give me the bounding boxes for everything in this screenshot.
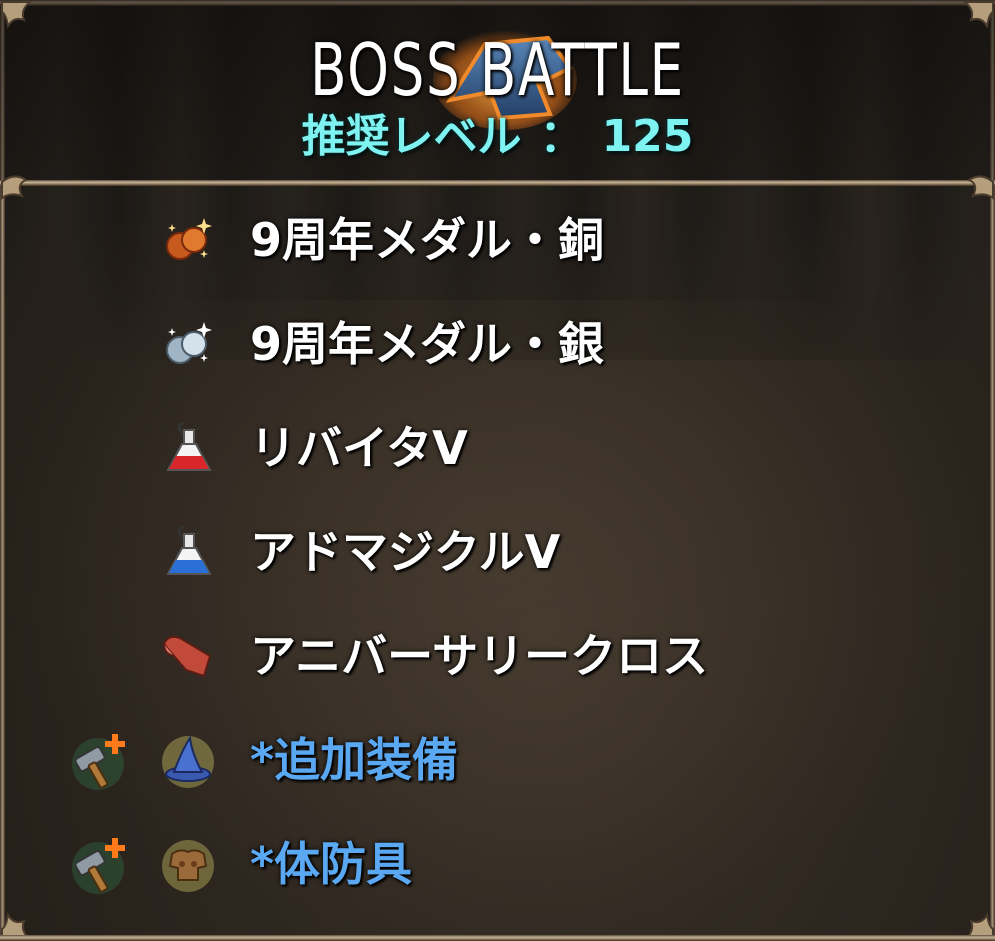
reward-item[interactable]: 9周年メダル・銀 (0, 300, 995, 404)
level-label: 推奨レベル (301, 111, 522, 162)
hammer-plus-icon (72, 838, 125, 894)
wizard-hat-icon (162, 735, 214, 788)
reward-label: アドマジクルV (250, 525, 561, 579)
red-potion-icon (166, 422, 212, 471)
level-value: 125 (601, 111, 694, 162)
reward-label: *追加装備 (250, 733, 459, 787)
boss-battle-panel: BOSS BATTLE 推奨レベル ： 125 9周年メダル・銅 9周年メダル・銀… (0, 0, 995, 941)
reward-label: リバイタV (250, 421, 468, 475)
silver-medal-icon (166, 322, 212, 364)
reward-label: 9周年メダル・銅 (250, 213, 605, 267)
bronze-medal-icon (166, 218, 212, 260)
header: BOSS BATTLE 推奨レベル ： 125 (0, 0, 995, 182)
hammer-plus-icon (72, 734, 125, 790)
battle-title: BOSS BATTLE (310, 28, 685, 112)
level-separator: ： (539, 111, 584, 162)
reward-item[interactable]: 9周年メダル・銅 (0, 196, 995, 300)
reward-item[interactable]: *追加装備 (0, 716, 995, 820)
reward-label: 9周年メダル・銀 (250, 317, 605, 371)
reward-item[interactable]: *体防具 (0, 820, 995, 924)
reward-item[interactable]: リバイタV (0, 404, 995, 508)
blue-potion-icon (166, 526, 212, 575)
recommended-level: 推奨レベル ： 125 (0, 110, 995, 164)
reward-label: アニバーサリークロス (250, 629, 709, 683)
header-divider (0, 180, 995, 186)
reward-item[interactable]: アニバーサリークロス (0, 612, 995, 716)
bottom-border (0, 935, 995, 941)
reward-item[interactable]: アドマジクルV (0, 508, 995, 612)
body-armor-icon (162, 840, 214, 892)
reward-label: *体防具 (250, 837, 413, 891)
corner-ornament-icon (1, 0, 33, 29)
corner-ornament-icon (962, 0, 994, 29)
cloth-icon (162, 635, 212, 678)
